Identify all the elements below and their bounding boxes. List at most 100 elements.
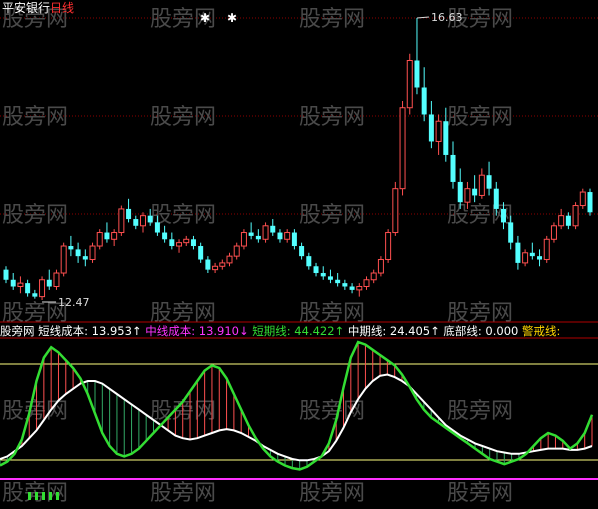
candle-body bbox=[190, 239, 196, 247]
high-pointer bbox=[416, 16, 430, 19]
candle-body bbox=[89, 245, 96, 261]
indicator-legend: 股旁网 短线成本: 13.953↑ 中线成本: 13.910↓ 短期线: 44.… bbox=[0, 324, 598, 338]
candle-body bbox=[233, 245, 240, 257]
indicator-item: 底部线: 0.000 bbox=[439, 324, 519, 338]
indicator-item: 中期线: 24.405↑ bbox=[344, 324, 440, 338]
candle-body bbox=[306, 256, 312, 267]
high-label: 16.63 bbox=[431, 11, 463, 24]
watermark: 股旁网 bbox=[299, 7, 365, 32]
bottom-signal bbox=[35, 492, 38, 500]
candle-body bbox=[17, 282, 24, 288]
bottom-signal bbox=[56, 492, 59, 500]
candle-body bbox=[169, 239, 175, 247]
low-label: 12.47 bbox=[58, 296, 89, 309]
candle-body bbox=[46, 279, 52, 287]
stock-name: 平安银行 bbox=[2, 1, 51, 15]
watermark: 股旁网 bbox=[447, 105, 513, 130]
candle-body bbox=[406, 60, 413, 109]
candle-body bbox=[500, 208, 506, 223]
candle-body bbox=[472, 188, 478, 196]
watermark: 股旁网 bbox=[299, 301, 365, 326]
bottom-signal bbox=[28, 492, 31, 500]
chart-stage: 股旁网 股旁网 股旁网 股旁网 股旁网 股旁网 股旁网 股旁网 股旁网 股旁网 股旁网 股旁网 股旁网股… bbox=[0, 0, 598, 509]
watermark: 股旁网 bbox=[150, 301, 216, 326]
candle-body bbox=[313, 266, 319, 274]
indicator-item: 中线成本: 13.910↓ bbox=[141, 324, 249, 338]
candle-body bbox=[96, 232, 103, 247]
marker-star: ✱ bbox=[200, 11, 210, 25]
watermark: 股旁网 bbox=[2, 105, 68, 130]
watermark: 股旁网 bbox=[2, 203, 68, 228]
candle-body bbox=[262, 225, 269, 240]
candle-body bbox=[515, 242, 521, 263]
candle-body bbox=[154, 222, 160, 233]
candle-body bbox=[550, 225, 557, 240]
candle-body bbox=[428, 114, 434, 142]
candle-body bbox=[493, 188, 499, 209]
candle-body bbox=[60, 245, 67, 274]
candle-body bbox=[248, 232, 254, 236]
chart-canvas: 股旁网 股旁网 股旁网 股旁网股旁网 股旁网 股旁网 股旁网股旁网 股旁网 股旁网 股旁网股旁网股… bbox=[0, 7, 598, 506]
candle-body bbox=[147, 215, 153, 223]
candle-body bbox=[486, 175, 492, 189]
candle-body bbox=[82, 256, 88, 260]
candle-body bbox=[75, 249, 81, 257]
watermark: 股旁网 bbox=[150, 105, 216, 130]
bottom-signal bbox=[49, 492, 52, 500]
candle-body bbox=[3, 269, 9, 280]
candle-body bbox=[342, 283, 348, 287]
candle-body bbox=[198, 246, 204, 260]
candle-body bbox=[291, 232, 297, 247]
candle-body bbox=[111, 232, 118, 240]
indicator-item: 短线成本: 13.953↑ bbox=[38, 324, 142, 338]
candle-body bbox=[53, 272, 60, 288]
bottom-signal bbox=[42, 492, 45, 500]
candle-body bbox=[443, 121, 449, 155]
candle-body bbox=[421, 87, 427, 115]
candle-body bbox=[284, 232, 291, 240]
candle-body bbox=[522, 252, 529, 264]
candle-body bbox=[327, 276, 333, 280]
candle-body bbox=[219, 262, 226, 267]
candle-body bbox=[183, 238, 190, 244]
watermark: 股旁网 bbox=[299, 105, 365, 130]
watermark: 股旁网 bbox=[150, 481, 216, 506]
candle-body bbox=[205, 259, 211, 270]
candle-body bbox=[32, 293, 38, 297]
candle-body bbox=[25, 283, 31, 294]
candle-body bbox=[133, 219, 139, 226]
candle-body bbox=[508, 222, 514, 243]
candle-body bbox=[543, 238, 550, 261]
candle-body bbox=[399, 107, 406, 190]
candle-body bbox=[370, 272, 377, 281]
candle-body bbox=[457, 181, 463, 203]
watermark: 股旁网 bbox=[299, 203, 365, 228]
candle-body bbox=[126, 208, 132, 220]
candle-body bbox=[68, 246, 74, 250]
candle-body bbox=[118, 208, 125, 234]
marker-star: ✱ bbox=[227, 11, 237, 25]
watermark: 股旁网 bbox=[299, 481, 365, 506]
candle-body bbox=[558, 215, 565, 227]
watermark: 股旁网 bbox=[2, 399, 68, 424]
candle-body bbox=[320, 273, 326, 277]
candle-body bbox=[435, 120, 442, 142]
candle-body bbox=[139, 215, 146, 227]
candle-body bbox=[572, 205, 579, 227]
candle-body bbox=[537, 256, 543, 260]
candle-body bbox=[587, 192, 593, 213]
candle-body bbox=[478, 174, 485, 196]
candle-body bbox=[277, 232, 283, 240]
period-label: 日线 bbox=[50, 1, 75, 15]
candle-body bbox=[255, 235, 261, 240]
candle-body bbox=[529, 252, 535, 257]
watermark: 股旁网 bbox=[447, 399, 513, 424]
candle-body bbox=[176, 242, 183, 247]
candle-body bbox=[349, 286, 355, 290]
candle-body bbox=[226, 255, 233, 264]
candle-body bbox=[414, 60, 420, 88]
candle-body bbox=[335, 279, 341, 284]
candle-body bbox=[240, 232, 247, 247]
candle-body bbox=[299, 246, 305, 257]
candle-body bbox=[450, 154, 456, 182]
